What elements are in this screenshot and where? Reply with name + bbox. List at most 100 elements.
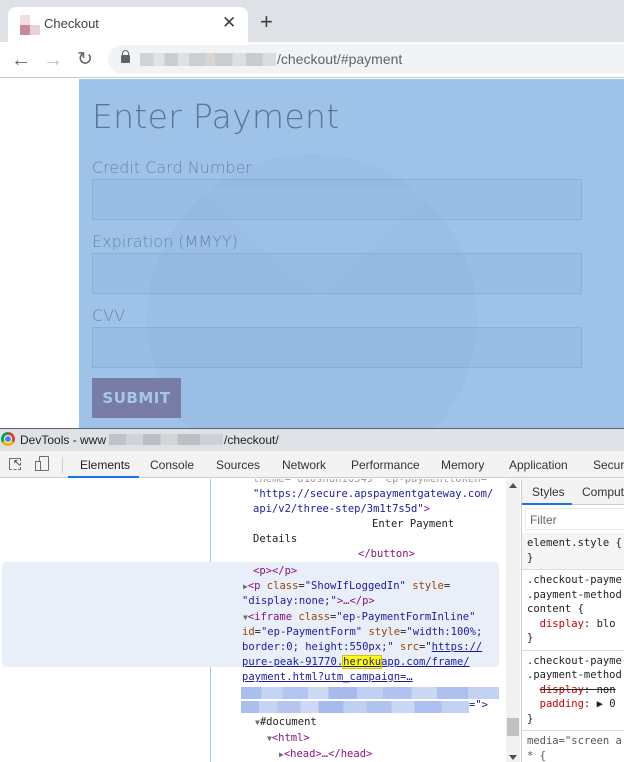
- reload-icon[interactable]: ↻: [72, 47, 98, 73]
- attr-value: border:0; height:550px;": [242, 641, 394, 653]
- tag: <html>: [271, 732, 310, 744]
- attr-name: id: [242, 626, 255, 638]
- tag: <head>: [283, 748, 322, 760]
- expiration-input[interactable]: [92, 253, 582, 294]
- dom-node-document[interactable]: ▼#document: [255, 715, 317, 730]
- css-value[interactable]: : blo: [584, 618, 616, 630]
- style-rule[interactable]: .checkout-payme .payment-method display:…: [522, 649, 624, 731]
- src-link[interactable]: payment.html?utm_campaign=…: [242, 671, 413, 683]
- redacted-url-part: [241, 701, 469, 713]
- redacted-url-part: [241, 687, 499, 699]
- dom-line-continuation: pure-peak-91770.herokuapp.com/frame/: [242, 655, 470, 670]
- attr-name: src: [400, 641, 420, 653]
- inspect-element-icon[interactable]: [9, 458, 21, 470]
- submit-button[interactable]: SUBMIT: [92, 378, 181, 418]
- new-tab-button[interactable]: +: [260, 11, 273, 33]
- css-property-overridden[interactable]: display: [540, 684, 584, 696]
- attr-value: "display:none;": [242, 595, 337, 607]
- browser-toolbar: ← → ↻ /checkout/#payment: [0, 42, 624, 78]
- document-label: #document: [259, 716, 317, 728]
- styles-filter-input[interactable]: Filter: [525, 508, 624, 530]
- tab-title: Checkout: [44, 16, 99, 31]
- dom-node-iframe[interactable]: ▼<iframe class="ep-PaymentFormInline": [243, 610, 475, 625]
- tab-console[interactable]: Console: [150, 458, 194, 472]
- tab-elements[interactable]: Elements: [80, 458, 130, 472]
- css-value[interactable]: : ▶ 0: [584, 698, 622, 710]
- dom-node-p[interactable]: <p></p>: [253, 564, 297, 579]
- rule-selector: .checkout-payme .payment-method: [527, 654, 622, 682]
- page-title: Enter Payment: [92, 97, 340, 136]
- dom-line-continuation: "display:none;">…</p>: [242, 594, 375, 609]
- tab-security[interactable]: Securi: [593, 458, 624, 472]
- dom-node-head[interactable]: ▶<head>…</head>: [279, 747, 372, 762]
- attr-name: class: [266, 580, 299, 592]
- dom-scrollbar[interactable]: [506, 479, 520, 762]
- css-property[interactable]: padding: [540, 698, 584, 710]
- dom-line-continuation: border:0; height:550px;" src="https://: [242, 641, 483, 653]
- tag: <p: [247, 580, 267, 592]
- src-link[interactable]: https://: [432, 641, 483, 653]
- cvv-label: CVV: [92, 306, 126, 325]
- dom-text-node: Enter Payment: [372, 518, 455, 530]
- dom-line-continuation: payment.html?utm_campaign=…: [242, 670, 413, 685]
- forward-arrow-icon[interactable]: →: [40, 47, 66, 73]
- devtools-tab-bar: Elements Console Sources Network Perform…: [0, 451, 624, 478]
- attr-value: "width:100%;: [406, 626, 483, 638]
- attr-value: api/v2/three-step/3m1t7s5d": [253, 503, 424, 515]
- cvv-input[interactable]: [92, 327, 582, 368]
- toolbar-divider: [62, 457, 63, 473]
- scroll-up-icon[interactable]: [509, 483, 517, 488]
- scroll-down-icon[interactable]: [509, 755, 517, 760]
- tab-memory[interactable]: Memory: [441, 458, 484, 472]
- tab-performance[interactable]: Performance: [351, 458, 420, 472]
- src-link[interactable]: pure-peak-91770.: [242, 656, 343, 668]
- equals: =: [443, 580, 451, 592]
- card-number-label: Credit Card Number: [92, 158, 252, 177]
- attr-value: "ep-PaymentFormInline": [336, 611, 476, 623]
- dom-closing-tag[interactable]: </button>: [358, 547, 415, 562]
- css-value[interactable]: : non: [584, 684, 616, 696]
- dom-node-p-showifloggedin[interactable]: ▶<p class="ShowIfLoggedIn" style=: [243, 579, 450, 594]
- filter-placeholder: Filter: [530, 513, 557, 527]
- close-tab-icon[interactable]: ✕: [222, 13, 236, 33]
- tab-network[interactable]: Network: [282, 458, 326, 472]
- devtools-title-redacted: [109, 434, 223, 445]
- dom-line-partial: theme= d10shun10349 ep-paymenttoken=: [253, 479, 487, 485]
- lock-icon[interactable]: [121, 50, 130, 63]
- style-rule-element[interactable]: element.style { }: [522, 533, 624, 569]
- tab-styles[interactable]: Styles: [532, 485, 565, 499]
- url-text[interactable]: /checkout/#payment: [277, 51, 402, 67]
- dom-text-node: Details: [253, 533, 298, 545]
- tag: >…</p>: [336, 595, 375, 607]
- tag: …</head>: [321, 748, 373, 760]
- style-rule[interactable]: .checkout-payme .payment-method content …: [522, 569, 624, 650]
- back-arrow-icon[interactable]: ←: [8, 47, 34, 73]
- tab-computed[interactable]: Computed: [582, 485, 624, 499]
- chrome-logo-icon: [1, 432, 15, 446]
- rule-close: }: [527, 632, 534, 644]
- tab-checkout[interactable]: Checkout ✕: [8, 7, 248, 42]
- devtools-title-path: /checkout/: [224, 433, 279, 447]
- attr-value: =">: [469, 699, 488, 711]
- expiration-label: Expiration (MMYY): [92, 232, 238, 251]
- card-number-input[interactable]: [92, 179, 582, 220]
- tab-application[interactable]: Application: [509, 458, 568, 472]
- elements-dom-tree[interactable]: theme= d10shun10349 ep-paymenttoken= "ht…: [211, 479, 507, 762]
- tab-strip: Checkout ✕ +: [0, 0, 624, 42]
- devtools-titlebar: DevTools - www /checkout/: [0, 429, 624, 451]
- style-rule-media[interactable]: media="screen a * {: [522, 730, 624, 762]
- styles-tab-bar: Styles Computed: [522, 479, 624, 505]
- dom-node-html[interactable]: ▼<html>: [267, 731, 310, 746]
- active-tab-indicator: [68, 476, 139, 478]
- dom-line-attr-value: api/v2/three-step/3m1t7s5d">: [253, 502, 430, 517]
- src-link[interactable]: app.com/frame/: [381, 656, 470, 668]
- style-rules: element.style { } .checkout-payme .payme…: [522, 533, 624, 762]
- tab-sources[interactable]: Sources: [216, 458, 260, 472]
- attr-name: style: [368, 626, 401, 638]
- address-bar[interactable]: /checkout/#payment: [108, 45, 624, 74]
- dom-line-tail: =">: [469, 698, 488, 713]
- attr-value: "ep-PaymentForm": [260, 626, 363, 638]
- device-toolbar-icon[interactable]: [35, 456, 49, 472]
- css-property[interactable]: display: [540, 618, 584, 630]
- scroll-thumb[interactable]: [507, 718, 519, 736]
